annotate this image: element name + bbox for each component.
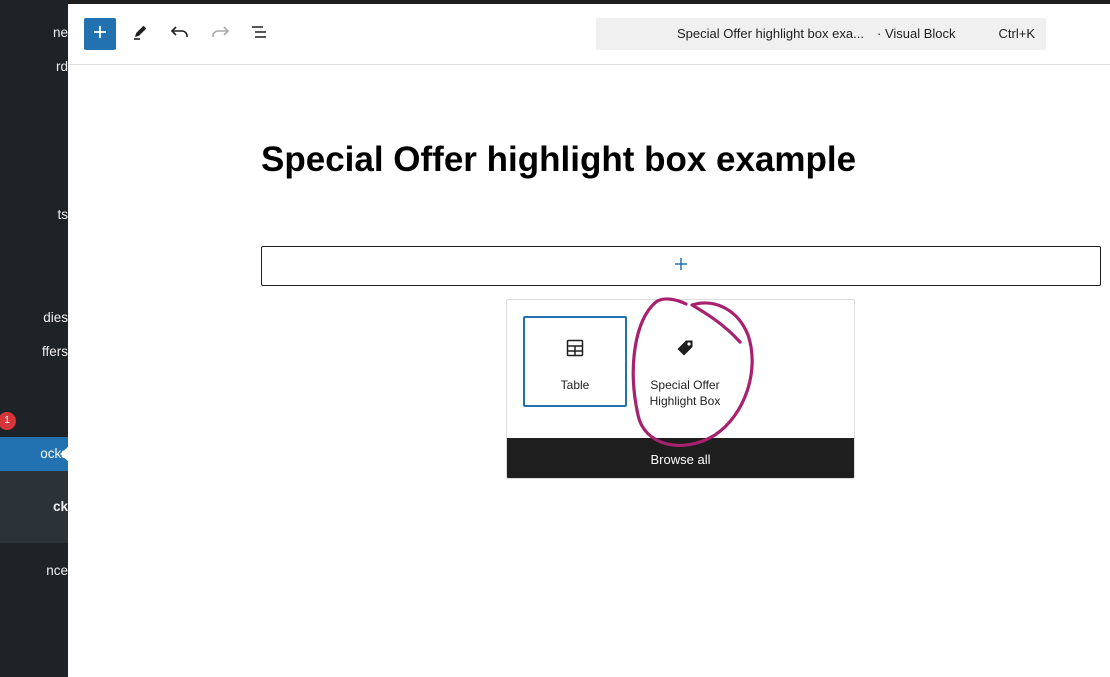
sidebar-item-visual-blocks[interactable]: ocks	[0, 437, 68, 471]
current-menu-arrow	[60, 446, 68, 462]
block-option-table[interactable]: Table	[523, 316, 627, 407]
add-block-button[interactable]	[84, 18, 116, 50]
plus-icon	[92, 24, 108, 45]
redo-button[interactable]	[204, 18, 236, 50]
sidebar-item-dashboard[interactable]: rd	[0, 50, 68, 84]
list-view-button[interactable]	[244, 18, 276, 50]
tag-icon	[675, 338, 695, 358]
document-title: Special Offer highlight box exa...	[677, 26, 864, 41]
plus-icon	[674, 257, 688, 276]
block-appender-button[interactable]	[261, 246, 1101, 286]
admin-sidebar: ne rd ts dies ffers 1 ocks ck nce	[0, 0, 68, 677]
list-view-icon	[250, 24, 270, 45]
sidebar-item-posts[interactable]: ts	[0, 198, 68, 232]
browse-all-button[interactable]: Browse all	[507, 438, 854, 478]
block-label: Table	[560, 378, 590, 392]
command-palette-bar[interactable]: Special Offer highlight box exa... · Vis…	[596, 18, 1046, 50]
redo-icon	[210, 23, 230, 46]
pencil-icon	[131, 23, 149, 46]
undo-button[interactable]	[164, 18, 196, 50]
sidebar-subitem-add-block[interactable]: ck	[0, 471, 68, 543]
sidebar-item-appearance[interactable]: nce	[0, 554, 68, 588]
editor-toolbar: Special Offer highlight box exa... · Vis…	[68, 4, 1110, 65]
block-label: Special Offer Highlight Box	[649, 378, 721, 408]
sidebar-item-studies[interactable]: dies	[0, 301, 68, 335]
sidebar-item-offers[interactable]: ffers	[0, 335, 68, 369]
sidebar-item-home[interactable]: ne	[0, 16, 68, 50]
table-icon	[565, 338, 585, 358]
shortcut-hint: Ctrl+K	[998, 26, 1035, 41]
undo-icon	[170, 23, 190, 46]
tools-button[interactable]	[124, 18, 156, 50]
post-type-label: · Visual Block	[877, 26, 956, 41]
post-title[interactable]: Special Offer highlight box example	[261, 140, 856, 180]
block-option-special-offer-highlight-box[interactable]: Special Offer Highlight Box	[633, 316, 737, 408]
quick-inserter-popover: Table Special Offer Highlight Box Browse…	[506, 299, 855, 479]
update-count-badge: 1	[0, 412, 16, 430]
